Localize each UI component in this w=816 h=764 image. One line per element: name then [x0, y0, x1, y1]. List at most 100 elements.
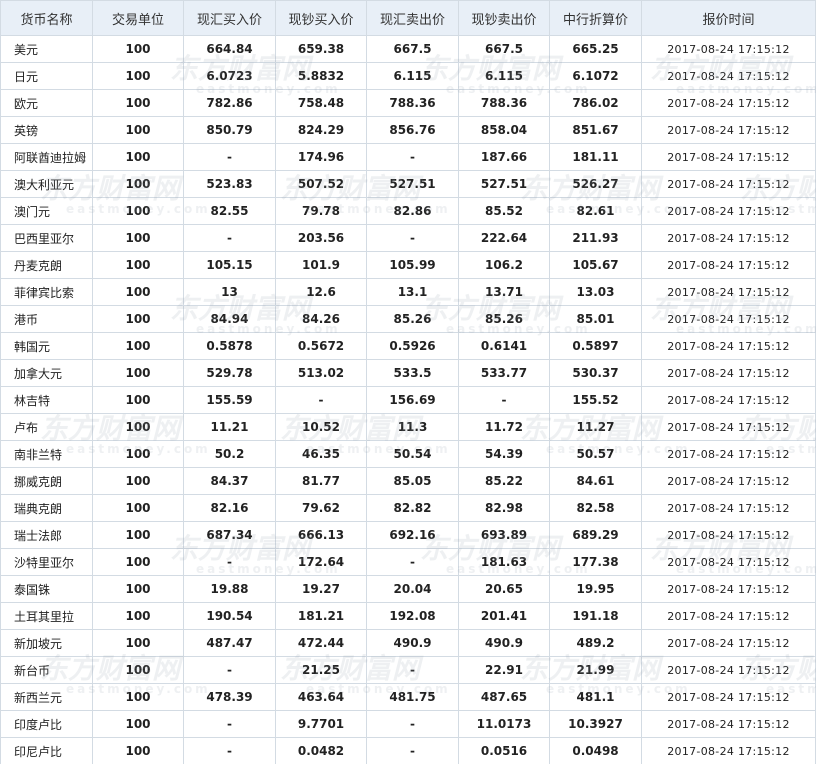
cell-cash-buy: 472.44 [275, 629, 367, 657]
cell-cash-buy: 0.0482 [275, 737, 367, 764]
cell-trade-unit: 100 [92, 197, 184, 225]
cell-boc-rate: 191.18 [549, 602, 642, 630]
cell-currency-name: 林吉特 [0, 386, 93, 414]
cell-spot-sell: 692.16 [366, 521, 459, 549]
cell-cash-buy: 507.52 [275, 170, 367, 198]
cell-spot-buy: 687.34 [183, 521, 276, 549]
cell-quote-time: 2017-08-24 17:15:12 [641, 683, 816, 711]
cell-quote-time: 2017-08-24 17:15:12 [641, 575, 816, 603]
cell-boc-rate: 85.01 [549, 305, 642, 333]
table-row: 瑞典克朗 100 82.16 79.62 82.82 82.98 82.58 2017-08-… [0, 494, 816, 522]
table-row: 巴西里亚尔 100-203.56-222.64 211.93 2017-08-24 1… [0, 224, 816, 252]
cell-cash-buy: 824.29 [275, 116, 367, 144]
cell-boc-rate: 19.95 [549, 575, 642, 603]
cell-currency-name: 新台币 [0, 656, 93, 684]
table-row: 南非兰特 100 50.2 46.35 50.54 54.39 50.57 2017-08-2… [0, 440, 816, 468]
table-row: 澳大利亚元 100 523.83 507.52 527.51 527.51 526.27 20… [0, 170, 816, 198]
cell-trade-unit: 100 [92, 440, 184, 468]
cell-cash-sell: 187.66 [458, 143, 550, 171]
cell-currency-name: 新西兰元 [0, 683, 93, 711]
cell-cash-buy: 46.35 [275, 440, 367, 468]
table-row: 瑞士法郎 100 687.34 666.13 692.16 693.89 689.29 201… [0, 521, 816, 549]
cell-currency-name: 挪威克朗 [0, 467, 93, 495]
cell-currency-name: 澳大利亚元 [0, 170, 93, 198]
cell-spot-sell: 85.26 [366, 305, 459, 333]
cell-cash-buy: 203.56 [275, 224, 367, 252]
header-cash-buy: 现钞买入价 [275, 0, 367, 36]
cell-cash-sell: - [458, 386, 550, 414]
table-row: 阿联酋迪拉姆 100-174.96-187.66 181.11 2017-08-24 … [0, 143, 816, 171]
table-row: 港币 100 84.94 84.26 85.26 85.26 85.01 2017-08-24… [0, 305, 816, 333]
cell-trade-unit: 100 [92, 548, 184, 576]
cell-spot-sell: 490.9 [366, 629, 459, 657]
cell-currency-name: 巴西里亚尔 [0, 224, 93, 252]
cell-boc-rate: 786.02 [549, 89, 642, 117]
table-row: 日元 100 6.0723 5.8832 6.115 6.115 6.1072 2017-08… [0, 62, 816, 90]
cell-spot-sell: 192.08 [366, 602, 459, 630]
cell-spot-buy: 105.15 [183, 251, 276, 279]
cell-currency-name: 阿联酋迪拉姆 [0, 143, 93, 171]
cell-trade-unit: 100 [92, 521, 184, 549]
cell-spot-buy: 529.78 [183, 359, 276, 387]
cell-boc-rate: 155.52 [549, 386, 642, 414]
header-spot-buy: 现汇买入价 [183, 0, 276, 36]
header-currency-name: 货币名称 [0, 0, 93, 36]
table-row: 新台币 100-21.25-22.91 21.99 2017-08-24 17:15:… [0, 656, 816, 684]
cell-spot-sell: - [366, 710, 459, 738]
cell-trade-unit: 100 [92, 305, 184, 333]
cell-currency-name: 瑞士法郎 [0, 521, 93, 549]
cell-currency-name: 泰国铢 [0, 575, 93, 603]
cell-spot-sell: 533.5 [366, 359, 459, 387]
cell-trade-unit: 100 [92, 656, 184, 684]
cell-cash-buy: 0.5672 [275, 332, 367, 360]
cell-cash-sell: 222.64 [458, 224, 550, 252]
cell-spot-buy: 82.55 [183, 197, 276, 225]
cell-cash-buy: 12.6 [275, 278, 367, 306]
cell-cash-buy: 19.27 [275, 575, 367, 603]
cell-spot-buy: 487.47 [183, 629, 276, 657]
cell-currency-name: 印度卢比 [0, 710, 93, 738]
cell-cash-buy: 21.25 [275, 656, 367, 684]
cell-trade-unit: 100 [92, 467, 184, 495]
cell-quote-time: 2017-08-24 17:15:12 [641, 62, 816, 90]
cell-spot-sell: 788.36 [366, 89, 459, 117]
cell-spot-buy: 11.21 [183, 413, 276, 441]
cell-boc-rate: 526.27 [549, 170, 642, 198]
cell-cash-sell: 11.72 [458, 413, 550, 441]
cell-currency-name: 沙特里亚尔 [0, 548, 93, 576]
cell-trade-unit: 100 [92, 737, 184, 764]
table-row: 印度卢比 100-9.7701-11.0173 10.3927 2017-08-24 … [0, 710, 816, 738]
cell-boc-rate: 0.0498 [549, 737, 642, 764]
table-row: 加拿大元 100 529.78 513.02 533.5 533.77 530.37 2017… [0, 359, 816, 387]
cell-trade-unit: 100 [92, 386, 184, 414]
cell-cash-sell: 487.65 [458, 683, 550, 711]
cell-spot-sell: 0.5926 [366, 332, 459, 360]
cell-currency-name: 澳门元 [0, 197, 93, 225]
cell-cash-sell: 20.65 [458, 575, 550, 603]
cell-spot-buy: 190.54 [183, 602, 276, 630]
cell-boc-rate: 21.99 [549, 656, 642, 684]
exchange-rate-table: 货币名称 交易单位 现汇买入价 现钞买入价 现汇卖出价 现钞卖出价 中行折算价 … [0, 0, 816, 764]
cell-quote-time: 2017-08-24 17:15:12 [641, 656, 816, 684]
cell-cash-sell: 82.98 [458, 494, 550, 522]
cell-boc-rate: 105.67 [549, 251, 642, 279]
cell-boc-rate: 82.58 [549, 494, 642, 522]
cell-spot-buy: 0.5878 [183, 332, 276, 360]
cell-spot-buy: 6.0723 [183, 62, 276, 90]
cell-cash-buy: 181.21 [275, 602, 367, 630]
cell-cash-sell: 0.0516 [458, 737, 550, 764]
cell-spot-buy: 478.39 [183, 683, 276, 711]
cell-cash-buy: 79.62 [275, 494, 367, 522]
cell-spot-sell: - [366, 143, 459, 171]
cell-trade-unit: 100 [92, 494, 184, 522]
header-quote-time: 报价时间 [641, 0, 816, 36]
cell-quote-time: 2017-08-24 17:15:12 [641, 548, 816, 576]
cell-cash-sell: 6.115 [458, 62, 550, 90]
cell-currency-name: 日元 [0, 62, 93, 90]
cell-currency-name: 港币 [0, 305, 93, 333]
table-row: 印尼卢比 100-0.0482-0.0516 0.0498 2017-08-24 17… [0, 737, 816, 764]
cell-currency-name: 卢布 [0, 413, 93, 441]
cell-spot-buy: 850.79 [183, 116, 276, 144]
cell-spot-sell: 20.04 [366, 575, 459, 603]
cell-trade-unit: 100 [92, 278, 184, 306]
